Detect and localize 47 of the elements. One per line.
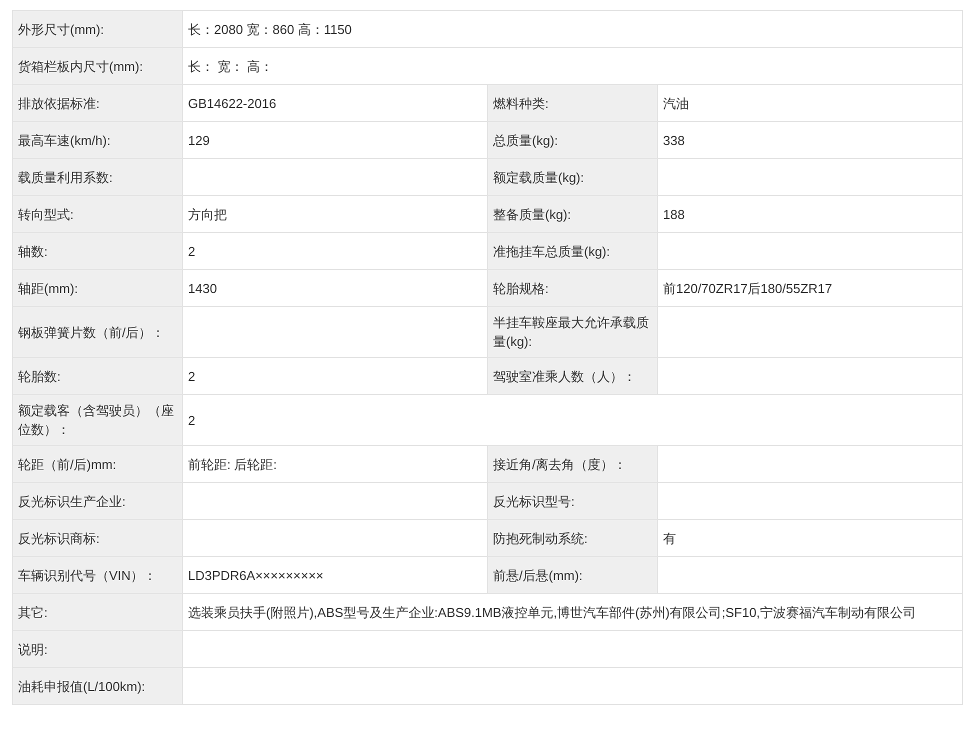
field-value: 方向把 [182, 196, 488, 232]
field-label: 其它: [12, 594, 182, 630]
field-value: 长： 宽： 高： [182, 48, 963, 84]
field-label: 排放依据标准: [12, 84, 182, 122]
field-value: 2 [182, 232, 488, 270]
field-label: 轮距（前/后)mm: [12, 446, 182, 482]
field-value: LD3PDR6A××××××××× [182, 556, 488, 594]
field-label: 轮胎规格: [488, 270, 658, 306]
field-value: 前120/70ZR17后180/55ZR17 [658, 270, 963, 306]
field-label: 防抱死制动系统: [488, 520, 658, 556]
field-value: 1430 [182, 270, 488, 306]
field-label: 准拖挂车总质量(kg): [488, 232, 658, 270]
field-value: 长：2080 宽：860 高：1150 [182, 10, 963, 48]
field-label: 半挂车鞍座最大允许承载质量(kg): [488, 306, 658, 358]
field-label: 轮胎数: [12, 358, 182, 394]
field-label: 额定载客（含驾驶员）（座位数）： [12, 394, 182, 446]
field-label: 最高车速(km/h): [12, 122, 182, 158]
field-label: 说明: [12, 630, 182, 668]
field-label: 轴数: [12, 232, 182, 270]
field-label: 前悬/后悬(mm): [488, 556, 658, 594]
field-label: 轴距(mm): [12, 270, 182, 306]
field-value: 选装乘员扶手(附照片),ABS型号及生产企业:ABS9.1MB液控单元,博世汽车部件(苏州)有限公司;SF10,宁波赛福汽车制动有限公司 [182, 594, 963, 630]
field-label: 外形尺寸(mm): [12, 10, 182, 48]
field-value: 2 [182, 394, 963, 446]
field-value: 338 [658, 122, 963, 158]
field-label: 总质量(kg): [488, 122, 658, 158]
field-label: 反光标识生产企业: [12, 482, 182, 520]
field-label: 载质量利用系数: [12, 158, 182, 196]
field-value: 有 [658, 520, 963, 556]
field-value: 前轮距: 后轮距: [182, 446, 488, 482]
field-value: 汽油 [658, 84, 963, 122]
field-label: 整备质量(kg): [488, 196, 658, 232]
field-value: 2 [182, 358, 488, 394]
field-label: 反光标识商标: [12, 520, 182, 556]
field-label: 接近角/离去角（度）： [488, 446, 658, 482]
field-label: 钢板弹簧片数（前/后）： [12, 306, 182, 358]
field-label: 额定载质量(kg): [488, 158, 658, 196]
field-label: 转向型式: [12, 196, 182, 232]
field-label: 反光标识型号: [488, 482, 658, 520]
field-label: 燃料种类: [488, 84, 658, 122]
field-value: 129 [182, 122, 488, 158]
field-label: 货箱栏板内尺寸(mm): [12, 48, 182, 84]
field-label: 油耗申报值(L/100km): [12, 668, 182, 704]
field-label: 车辆识别代号（VIN）： [12, 556, 182, 594]
field-label: 驾驶室准乘人数（人）： [488, 358, 658, 394]
field-value: GB14622-2016 [182, 84, 488, 122]
field-value: 188 [658, 196, 963, 232]
